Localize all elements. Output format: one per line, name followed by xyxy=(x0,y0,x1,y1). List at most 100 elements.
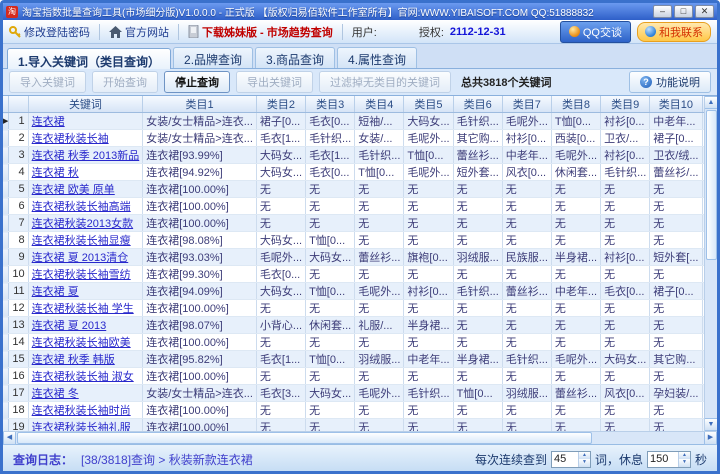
category-cell: 连衣裙[100.00%] xyxy=(143,402,257,419)
category-cell: 羽绒服... xyxy=(502,385,551,402)
category-cell: 大码女... xyxy=(404,113,453,130)
batch-size-stepper[interactable]: ▲ ▼ xyxy=(551,451,591,468)
contact-me-button[interactable]: 和我联系 xyxy=(637,22,711,42)
change-password-button[interactable]: 修改登陆密码 xyxy=(9,24,90,40)
filter-no-category-button[interactable]: 过滤掉无类目的关键词 xyxy=(319,71,451,93)
category-cell: 无 xyxy=(650,181,702,198)
stop-query-button[interactable]: 停止查询 xyxy=(164,71,230,93)
keyword-link[interactable]: 连衣裙 夏 xyxy=(32,286,79,298)
category-cell: 中老年... xyxy=(551,283,600,300)
keyword-link[interactable]: 连衣裙 夏 2013清仓 xyxy=(32,252,129,264)
category-cell: T恤[0... xyxy=(306,283,355,300)
column-header[interactable]: 类目6 xyxy=(453,96,502,113)
keyword-cell[interactable]: 连衣裙 冬 xyxy=(28,385,143,402)
export-keywords-button[interactable]: 导出关键词 xyxy=(236,71,313,93)
column-header[interactable]: 类目8 xyxy=(551,96,600,113)
keyword-cell[interactable]: 连衣裙秋装长袖 学生 xyxy=(28,300,143,317)
official-site-button[interactable]: 官方网站 xyxy=(109,24,169,40)
keyword-link[interactable]: 连衣裙 秋季 2013新品 xyxy=(32,150,140,162)
category-cell: 半身裙... xyxy=(453,351,502,368)
keyword-cell[interactable]: 连衣裙 秋季 2013新品 xyxy=(28,147,143,164)
keyword-cell[interactable]: 连衣裙 秋季 韩版 xyxy=(28,351,143,368)
keyword-link[interactable]: 连衣裙秋装长袖 学生 xyxy=(32,303,134,315)
category-cell: T恤[0... xyxy=(306,232,355,249)
category-cell: 无 xyxy=(306,419,355,432)
keyword-link[interactable]: 连衣裙 秋季 韩版 xyxy=(32,354,115,366)
column-header[interactable]: 类目2 xyxy=(256,96,305,113)
column-header[interactable]: 类目1 xyxy=(143,96,257,113)
tab-attribute-query[interactable]: 4.属性查询 xyxy=(337,47,417,68)
batch-down-icon[interactable]: ▼ xyxy=(579,459,590,467)
column-header[interactable]: 类目9 xyxy=(601,96,650,113)
keyword-link[interactable]: 连衣裙秋装长袖雪纺 xyxy=(32,269,131,281)
keyword-link[interactable]: 连衣裙秋装长袖时尚 xyxy=(32,405,131,417)
tab-brand-query[interactable]: 2.品牌查询 xyxy=(173,47,253,68)
tab-product-query[interactable]: 3.商品查询 xyxy=(255,47,335,68)
rest-seconds-input[interactable] xyxy=(648,452,678,467)
keyword-link[interactable]: 连衣裙秋装2013女款 xyxy=(32,218,133,230)
keyword-cell[interactable]: 连衣裙 秋 xyxy=(28,164,143,181)
batch-up-icon[interactable]: ▲ xyxy=(579,452,590,460)
horizontal-scrollbar[interactable]: ◀ ▶ xyxy=(3,431,717,444)
keyword-cell[interactable]: 连衣裙秋装长袖高端 xyxy=(28,198,143,215)
horizontal-scroll-thumb[interactable] xyxy=(17,432,592,444)
vertical-scrollbar[interactable]: ▲ ▼ xyxy=(704,96,717,431)
keyword-link[interactable]: 连衣裙 秋 xyxy=(32,167,79,179)
import-keywords-button[interactable]: 导入关键词 xyxy=(9,71,86,93)
keyword-cell[interactable]: 连衣裙 夏 2013清仓 xyxy=(28,249,143,266)
column-header[interactable]: 类目10 xyxy=(650,96,702,113)
column-header[interactable]: 关键词 xyxy=(28,96,143,113)
keyword-cell[interactable]: 连衣裙秋装长袖欧美 xyxy=(28,334,143,351)
scroll-up-icon[interactable]: ▲ xyxy=(705,96,718,109)
keyword-cell[interactable]: 连衣裙秋装长袖 淑女 xyxy=(28,368,143,385)
download-sister-button[interactable]: 下载姊妹版 - 市场趋势查询 xyxy=(188,24,333,40)
help-button[interactable]: ? 功能说明 xyxy=(629,71,711,93)
keyword-cell[interactable]: 连衣裙秋装长袖雪纺 xyxy=(28,266,143,283)
scroll-down-icon[interactable]: ▼ xyxy=(705,418,718,431)
keyword-cell[interactable]: 连衣裙 欧美 原单 xyxy=(28,181,143,198)
keyword-link[interactable]: 连衣裙秋装长袖高端 xyxy=(32,201,131,213)
keyword-link[interactable]: 连衣裙 冬 xyxy=(32,388,79,400)
close-button[interactable]: ✕ xyxy=(695,5,714,18)
keyword-link[interactable]: 连衣裙秋装长袖欧美 xyxy=(32,337,131,349)
rest-seconds-stepper[interactable]: ▲ ▼ xyxy=(647,451,691,468)
category-cell: T恤[0... xyxy=(404,147,453,164)
keyword-link[interactable]: 连衣裙秋装长袖显瘦 xyxy=(32,235,131,247)
maximize-button[interactable]: □ xyxy=(674,5,693,18)
keyword-link[interactable]: 连衣裙秋装长袖 xyxy=(32,133,109,145)
category-cell: 中老年... xyxy=(404,351,453,368)
scroll-left-icon[interactable]: ◀ xyxy=(3,432,16,445)
keyword-cell[interactable]: 连衣裙 夏 xyxy=(28,283,143,300)
keyword-cell[interactable]: 连衣裙 xyxy=(28,113,143,130)
tab-import-keywords[interactable]: 1.导入关键词（类目查询） xyxy=(7,48,171,69)
category-cell: 无 xyxy=(355,198,404,215)
qq-chat-button[interactable]: QQ交谈 xyxy=(560,21,631,43)
keyword-link[interactable]: 连衣裙秋装长袖礼服 xyxy=(32,422,131,431)
keyword-cell[interactable]: 连衣裙秋装长袖显瘦 xyxy=(28,232,143,249)
scroll-right-icon[interactable]: ▶ xyxy=(704,432,717,445)
row-number: 16 xyxy=(9,368,28,385)
keyword-cell[interactable]: 连衣裙秋装长袖礼服 xyxy=(28,419,143,432)
keyword-link[interactable]: 连衣裙 欧美 原单 xyxy=(32,184,115,196)
vertical-scroll-thumb[interactable] xyxy=(706,110,717,260)
row-number: 12 xyxy=(9,300,28,317)
column-header[interactable]: 类目7 xyxy=(502,96,551,113)
start-query-button[interactable]: 开始查询 xyxy=(92,71,158,93)
category-cell: 休闲套... xyxy=(306,317,355,334)
column-header[interactable]: 类目3 xyxy=(306,96,355,113)
rest-up-icon[interactable]: ▲ xyxy=(679,452,690,460)
keyword-cell[interactable]: 连衣裙 夏 2013 xyxy=(28,317,143,334)
batch-size-input[interactable] xyxy=(552,452,578,467)
minimize-button[interactable]: – xyxy=(653,5,672,18)
category-cell: 无 xyxy=(650,402,702,419)
keyword-cell[interactable]: 连衣裙秋装2013女款 xyxy=(28,215,143,232)
keyword-link[interactable]: 连衣裙 夏 2013 xyxy=(32,320,107,332)
column-header[interactable]: 类目5 xyxy=(404,96,453,113)
keyword-link[interactable]: 连衣裙秋装长袖 淑女 xyxy=(32,371,134,383)
rest-down-icon[interactable]: ▼ xyxy=(679,459,690,467)
category-cell: 无 xyxy=(551,419,600,432)
column-header[interactable]: 类目4 xyxy=(355,96,404,113)
keyword-cell[interactable]: 连衣裙秋装长袖 xyxy=(28,130,143,147)
keyword-link[interactable]: 连衣裙 xyxy=(32,116,65,128)
keyword-cell[interactable]: 连衣裙秋装长袖时尚 xyxy=(28,402,143,419)
